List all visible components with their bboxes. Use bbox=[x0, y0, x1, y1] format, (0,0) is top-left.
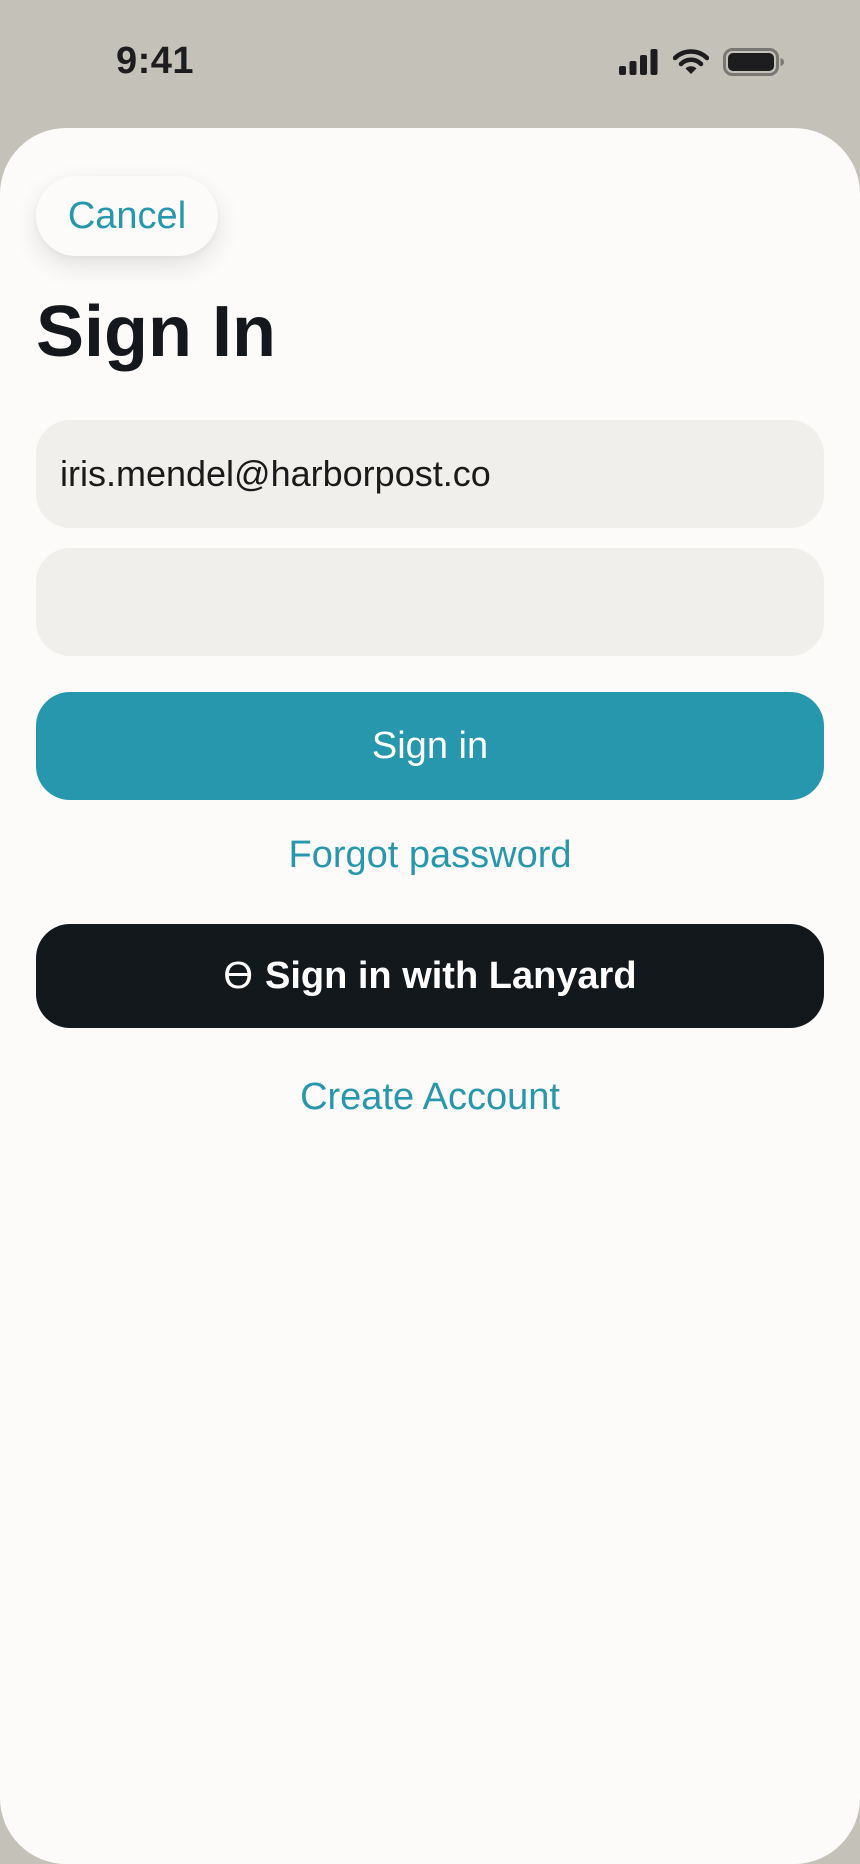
create-account-link[interactable]: Create Account bbox=[0, 1076, 860, 1119]
sign-in-with-lanyard-button[interactable]: ϴ Sign in with Lanyard bbox=[36, 924, 824, 1028]
status-bar: 9:41 bbox=[0, 0, 860, 128]
wifi-icon bbox=[673, 49, 709, 74]
sign-in-with-lanyard-label: Sign in with Lanyard bbox=[264, 954, 637, 997]
sign-in-sheet: Cancel Sign In Sign in Forgot password ϴ… bbox=[0, 128, 860, 1864]
sign-in-button[interactable]: Sign in bbox=[36, 692, 824, 800]
cancel-button[interactable]: Cancel bbox=[36, 176, 218, 256]
password-field[interactable] bbox=[36, 548, 824, 656]
forgot-password-link[interactable]: Forgot password bbox=[0, 834, 860, 877]
page-title: Sign In bbox=[36, 292, 276, 372]
status-time: 9:41 bbox=[116, 40, 195, 82]
status-icons bbox=[619, 48, 785, 76]
cellular-signal-icon bbox=[619, 49, 658, 75]
lanyard-icon: ϴ bbox=[223, 954, 253, 997]
battery-icon bbox=[723, 48, 784, 76]
email-field[interactable] bbox=[36, 420, 824, 528]
